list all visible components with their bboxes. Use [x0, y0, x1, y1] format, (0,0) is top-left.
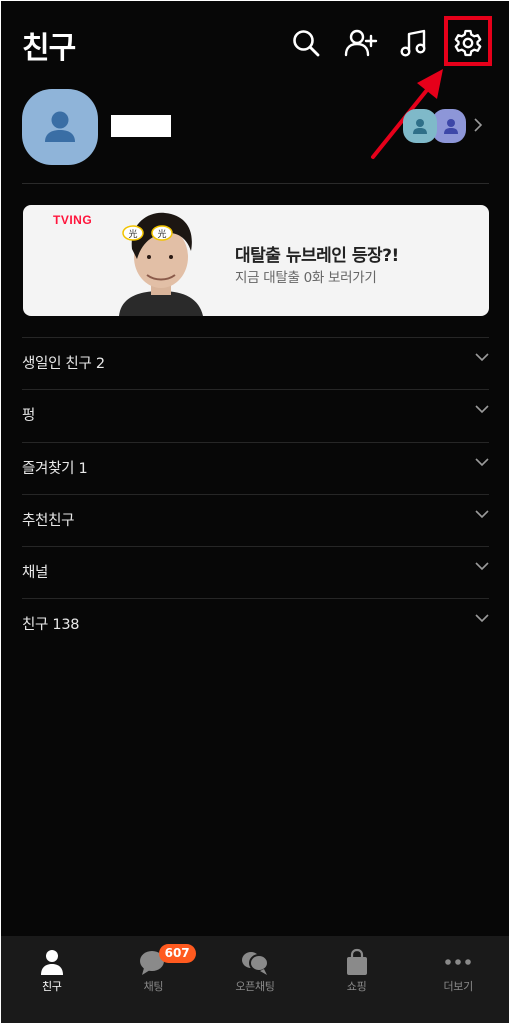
section-recommended-friends[interactable]: 추천친구	[22, 493, 489, 546]
tab-label: 채팅	[143, 980, 164, 993]
friend-avatar	[432, 109, 466, 143]
tab-label: 더보기	[443, 980, 473, 993]
tab-open-chat[interactable]: 오픈채팅	[204, 936, 306, 1023]
section-favorites[interactable]: 즐겨찾기 1	[22, 441, 489, 494]
sticker-left: 光	[122, 225, 144, 241]
section-label: 생일인 친구 2	[22, 356, 105, 372]
settings-button[interactable]	[450, 25, 486, 61]
sticker-right: 光	[151, 225, 173, 241]
friends-section-list: 생일인 친구 2 펑 즐겨찾기 1 추천친구 채널 친구 138	[22, 337, 489, 651]
tab-friends[interactable]: 친구	[1, 936, 103, 1023]
my-profile[interactable]	[1, 87, 509, 183]
avatar[interactable]	[22, 89, 98, 165]
friend-avatar	[403, 109, 437, 143]
settings-icon	[454, 29, 482, 57]
chevron-down-icon	[475, 510, 489, 519]
ad-banner[interactable]: TVING 光 光 대탈출 뉴브레인 등장?! 지금 대탈출 0화 보러가기	[23, 205, 489, 316]
search-icon	[293, 30, 320, 57]
section-friends[interactable]: 친구 138	[22, 598, 489, 650]
chevron-down-icon	[475, 353, 489, 362]
section-label: 친구 138	[22, 617, 80, 634]
chevron-down-icon	[475, 614, 489, 623]
bottom-nav: 친구 607 채팅 오픈채팅 쇼핑 더보기	[1, 936, 509, 1023]
open-chat-icon	[241, 952, 269, 975]
shopping-bag-icon	[346, 948, 367, 975]
music-icon	[400, 29, 426, 57]
section-label: 추천친구	[22, 512, 75, 529]
section-label: 즐겨찾기 1	[22, 460, 88, 477]
chevron-down-icon	[475, 562, 489, 571]
header: 친구	[1, 1, 509, 87]
chevron-down-icon	[475, 405, 489, 414]
profile-name-redacted	[111, 115, 171, 137]
tab-chats[interactable]: 607 채팅	[103, 936, 205, 1023]
section-label: 채널	[22, 565, 49, 582]
banner-subtitle: 지금 대탈출 0화 보러가기	[235, 270, 377, 286]
banner-title: 대탈출 뉴브레인 등장?!	[235, 246, 399, 266]
sticker-text: 光	[128, 228, 137, 240]
default-profile-icon	[413, 119, 427, 134]
divider	[22, 183, 489, 184]
banner-person-image: 光 光	[119, 212, 203, 316]
chevron-right-icon[interactable]	[473, 117, 483, 136]
page-title: 친구	[22, 31, 76, 66]
tab-label: 친구	[41, 980, 62, 993]
tving-logo: TVING	[53, 213, 93, 227]
music-button[interactable]	[396, 25, 432, 61]
tab-label: 쇼핑	[346, 980, 367, 993]
section-channels[interactable]: 채널	[22, 546, 489, 598]
friend-avatars[interactable]	[403, 109, 473, 143]
search-button[interactable]	[288, 25, 324, 61]
unread-badge: 607	[158, 944, 196, 963]
add-friend-icon	[344, 29, 378, 57]
friends-screen: 친구 TVING 光 光 대탈출 뉴브레인 등장?! 지금 대탈출 0화 보러가…	[1, 1, 509, 1023]
tab-label: 오픈채팅	[235, 980, 275, 993]
more-dots-icon	[445, 959, 471, 965]
default-profile-icon	[45, 111, 75, 142]
tab-shopping[interactable]: 쇼핑	[306, 936, 408, 1023]
sticker-text: 光	[157, 228, 166, 240]
default-profile-icon	[444, 119, 458, 134]
chevron-down-icon	[475, 458, 489, 466]
section-birthday-friends[interactable]: 생일인 친구 2	[22, 337, 489, 389]
add-friend-button[interactable]	[343, 25, 379, 61]
section-pung[interactable]: 펑	[22, 389, 489, 441]
tab-more[interactable]: 더보기	[407, 936, 509, 1023]
person-icon	[40, 950, 63, 975]
section-label: 펑	[22, 408, 36, 425]
